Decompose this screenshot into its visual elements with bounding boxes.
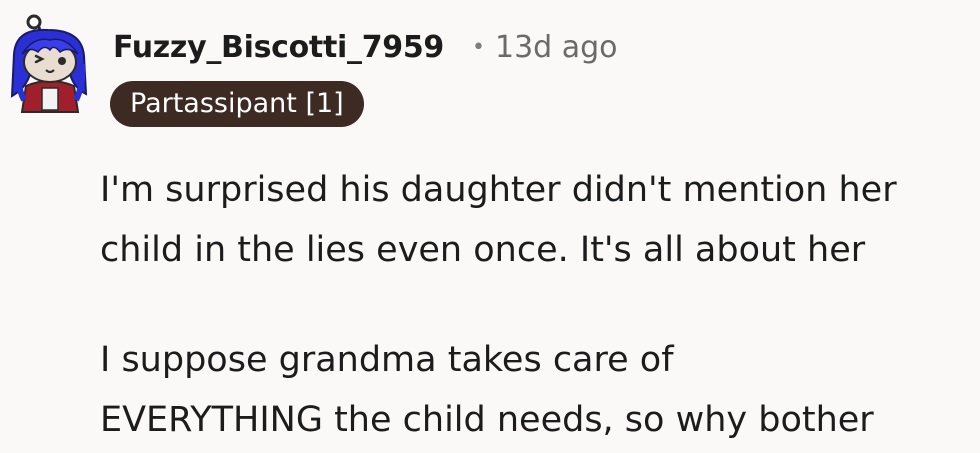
- user-avatar-icon[interactable]: [4, 14, 96, 114]
- comment-body: I'm surprised his daughter didn't mentio…: [100, 160, 970, 450]
- comment-line: I'm surprised his daughter didn't mentio…: [100, 170, 897, 210]
- comment-line: child in the lies even once. It's all ab…: [100, 230, 866, 270]
- meta-separator: •: [472, 35, 485, 60]
- comment-line: I suppose grandma takes care of: [100, 340, 674, 380]
- comment-paragraph: I'm surprised his daughter didn't mentio…: [100, 160, 970, 280]
- comment: Fuzzy_Biscotti_7959 • 13d ago Partassipa…: [0, 0, 980, 453]
- snoo-avatar-icon: [10, 14, 88, 113]
- comment-meta: Fuzzy_Biscotti_7959 • 13d ago: [113, 30, 618, 65]
- user-flair-badge: Partassipant [1]: [110, 81, 364, 127]
- username-link[interactable]: Fuzzy_Biscotti_7959: [113, 30, 444, 65]
- timestamp-link[interactable]: 13d ago: [495, 30, 618, 65]
- comment-paragraph: I suppose grandma takes care of EVERYTHI…: [100, 330, 970, 450]
- comment-line: EVERYTHING the child needs, so why bothe…: [100, 400, 874, 440]
